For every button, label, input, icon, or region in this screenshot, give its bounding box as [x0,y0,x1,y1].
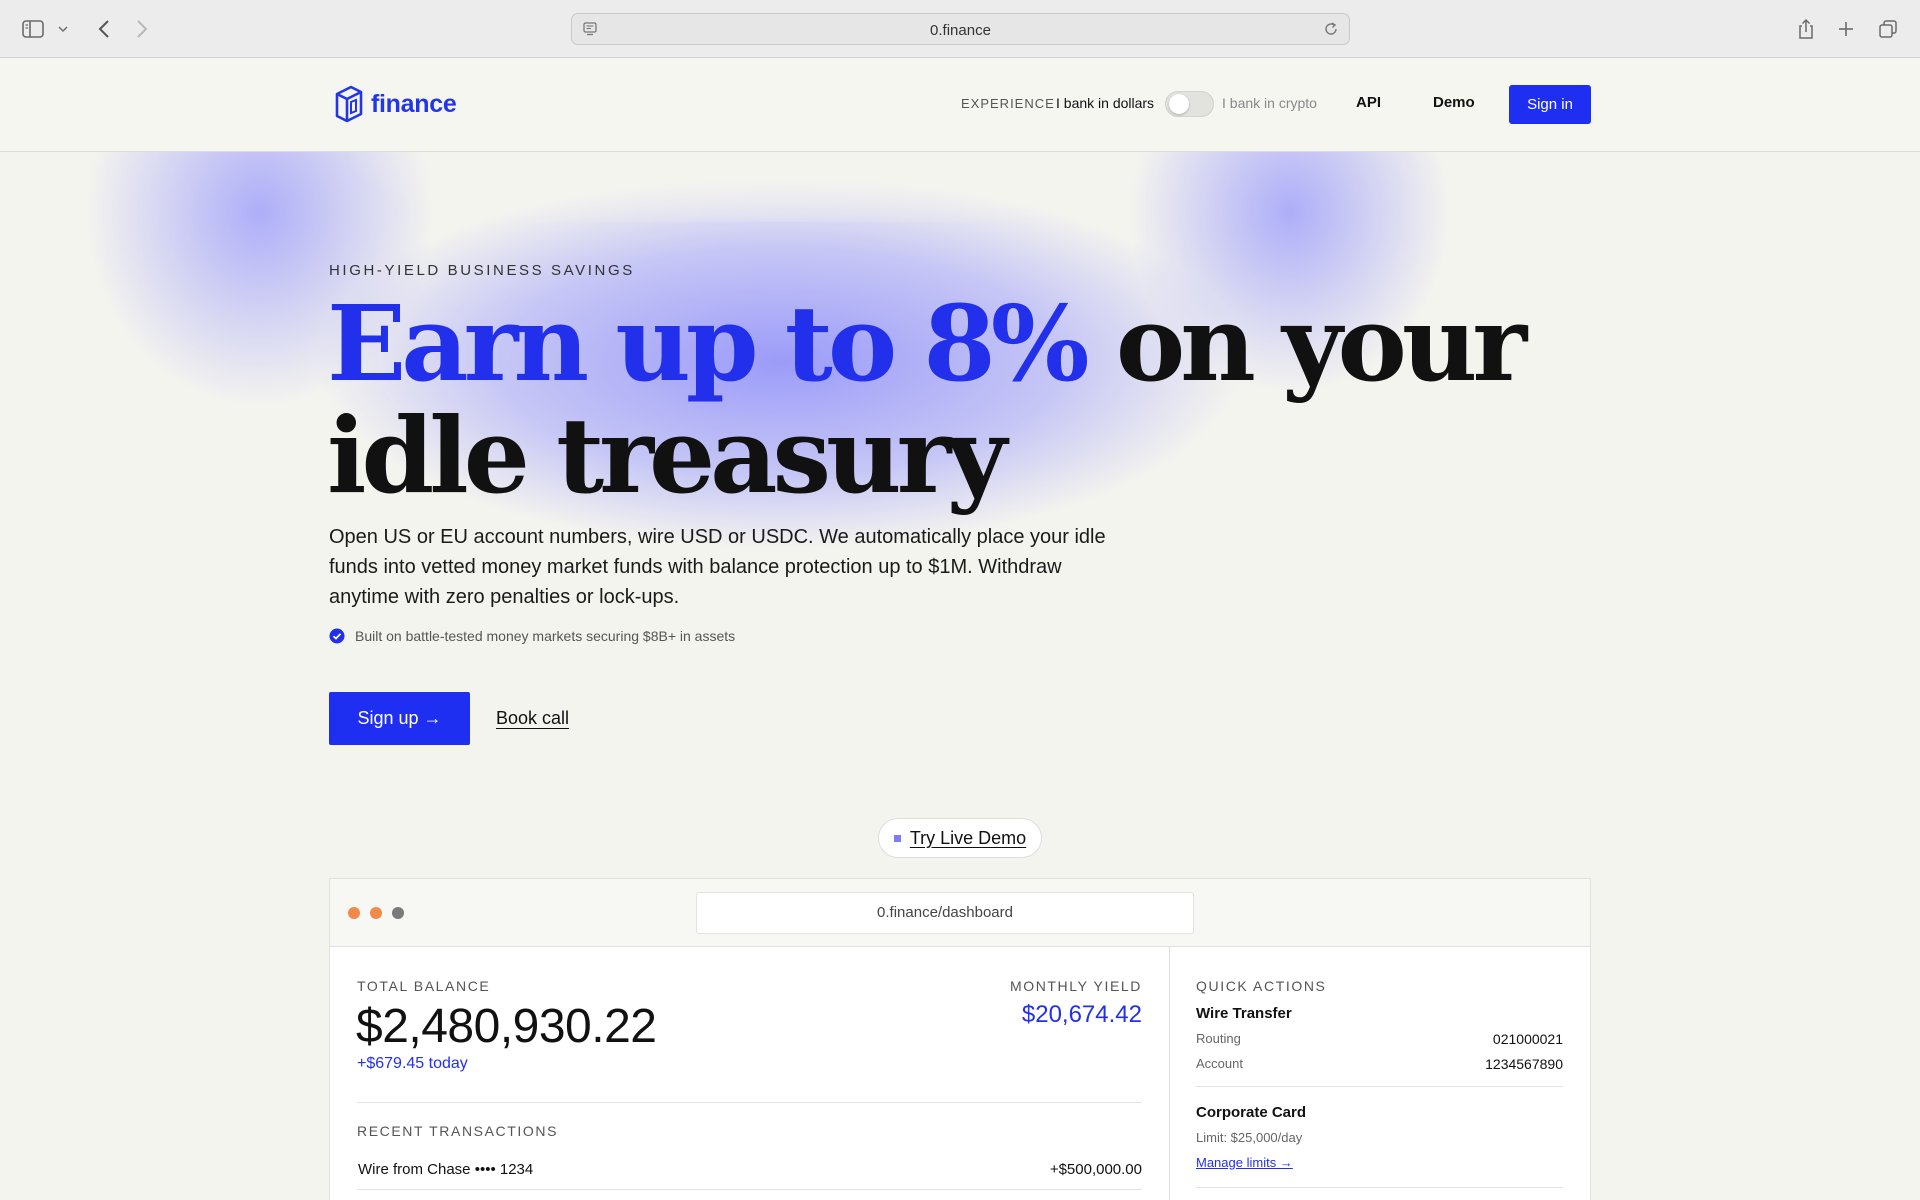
back-icon[interactable] [92,16,116,42]
trust-note: Built on battle-tested money markets sec… [329,628,735,644]
account-label: Account [1196,1056,1243,1071]
wire-transfer-title: Wire Transfer [1196,1005,1292,1022]
column-divider [1169,947,1170,1200]
quick-actions-divider-2 [1196,1187,1563,1188]
corporate-card-title: Corporate Card [1196,1104,1307,1121]
trust-note-text: Built on battle-tested money markets sec… [355,628,736,644]
check-badge-icon [329,628,345,644]
hero-eyebrow: HIGH-YIELD BUSINESS SAVINGS [329,262,635,279]
window-zoom-dot [392,907,404,919]
transaction-divider [357,1189,1142,1190]
dashboard-url: 0.finance/dashboard [696,892,1194,934]
experience-label: EXPERIENCE [961,96,1055,111]
total-balance-label: TOTAL BALANCE [357,978,491,994]
logo-mark-icon [335,85,363,123]
site-header: finance EXPERIENCE I bank in dollars I b… [0,58,1920,152]
forward-icon[interactable] [130,16,154,42]
sign-up-button[interactable]: Sign up → [329,692,470,745]
account-number: 1234567890 [1485,1056,1563,1072]
sidebar-toggle-icon[interactable] [20,16,46,42]
section-divider [357,1102,1142,1103]
headline-accent: Earn up to 8% [327,282,1090,405]
window-minimize-dot [370,907,382,919]
quick-actions-divider [1196,1086,1563,1087]
recent-transactions-label: RECENT TRANSACTIONS [357,1123,559,1139]
transaction-amount: +$500,000.00 [1049,1161,1142,1178]
routing-number: 021000021 [1492,1031,1563,1047]
monthly-yield-label: MONTHLY YIELD [1009,978,1142,994]
address-bar[interactable]: 0.finance [571,13,1350,45]
chevron-down-icon[interactable] [56,16,70,42]
toggle-knob [1169,94,1189,114]
try-live-demo-button[interactable]: Try Live Demo [878,818,1042,858]
tab-overview-icon[interactable] [1876,16,1900,42]
url-text: 0.finance [930,22,991,39]
toggle-label-crypto[interactable]: I bank in crypto [1222,95,1317,111]
demo-marker-icon [893,834,901,842]
dashboard-preview: 0.finance/dashboard TOTAL BALANCE $2,480… [329,878,1591,1200]
hero-glow-mask [350,152,1170,222]
banking-mode-toggle[interactable] [1165,91,1214,117]
routing-label: Routing [1196,1031,1241,1046]
logo[interactable]: finance [331,84,457,124]
monthly-yield-value: $20,674.42 [1021,1001,1142,1028]
nav-link-api[interactable]: API [1356,94,1381,111]
card-limit: Limit: $25,000/day [1196,1130,1303,1145]
window-close-dot [348,907,360,919]
hero-headline: Earn up to 8% on your idle treasury [327,288,1627,512]
try-live-demo-label: Try Live Demo [909,827,1027,848]
total-balance-value: $2,480,930.22 [356,1000,657,1053]
brand-name: finance [371,89,457,118]
reload-icon[interactable] [1323,21,1339,42]
book-call-link[interactable]: Book call [496,708,569,729]
toggle-label-dollars[interactable]: I bank in dollars [1056,95,1154,111]
new-tab-icon[interactable] [1834,16,1858,42]
sign-in-button[interactable]: Sign in [1509,85,1591,124]
quick-actions-label: QUICK ACTIONS [1196,978,1327,994]
manage-limits-link[interactable]: Manage limits → [1196,1155,1293,1170]
transaction-name: Wire from Chase •••• 1234 [358,1161,534,1178]
hero-description: Open US or EU account numbers, wire USD … [329,526,1106,608]
browser-toolbar: 0.finance [0,0,1920,58]
balance-change-today: +$679.45 today [357,1055,468,1072]
share-icon[interactable] [1794,16,1818,42]
nav-link-demo[interactable]: Demo [1433,94,1475,111]
dashboard-window-bar: 0.finance/dashboard [330,879,1590,947]
